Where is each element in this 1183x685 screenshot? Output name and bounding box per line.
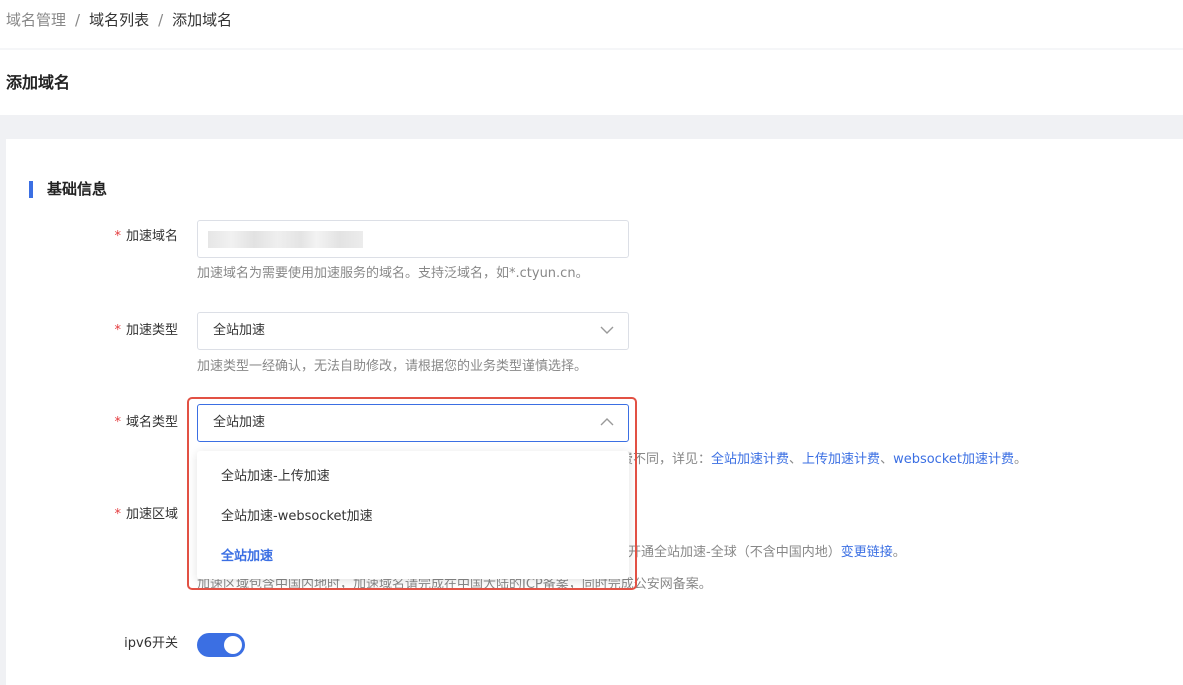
domain-input[interactable] (197, 220, 629, 258)
chevron-down-icon (600, 326, 614, 334)
domain-label: * 加速域名 (114, 229, 178, 244)
link-websocket-billing[interactable]: websocket加速计费 (893, 452, 1014, 467)
domain-hint: 加速域名为需要使用加速服务的域名。支持泛域名，如*.ctyun.cn。 (197, 266, 589, 281)
breadcrumb-separator: / (158, 11, 164, 29)
option-full-site-upload[interactable]: 全站加速-上传加速 (221, 467, 330, 487)
option-full-site-websocket[interactable]: 全站加速-websocket加速 (221, 507, 373, 527)
required-mark: * (114, 323, 121, 338)
link-change[interactable]: 变更链接 (841, 545, 893, 560)
breadcrumb-separator: / (75, 11, 81, 29)
option-full-site[interactable]: 全站加速 (221, 547, 273, 567)
domain-type-value: 全站加速 (213, 415, 266, 430)
ipv6-label: ipv6开关 (124, 636, 178, 651)
breadcrumb: 域名管理 / 域名列表 / 添加域名 (6, 9, 232, 31)
domain-type-label: * 域名类型 (114, 415, 178, 430)
domain-type-select[interactable]: 全站加速 (197, 404, 629, 442)
breadcrumb-domain-management[interactable]: 域名管理 (6, 9, 66, 31)
header-divider (0, 48, 1183, 50)
required-mark: * (114, 507, 121, 522)
accel-type-select[interactable]: 全站加速 (197, 312, 629, 350)
required-mark: * (114, 229, 121, 244)
redacted-domain-value (208, 231, 363, 248)
page-header: 域名管理 / 域名列表 / 添加域名 添加域名 (0, 0, 1183, 115)
link-full-site-billing[interactable]: 全站加速计费 (711, 452, 789, 467)
breadcrumb-domain-list[interactable]: 域名列表 (89, 9, 149, 31)
accel-type-hint: 加速类型一经确认，无法自助修改，请根据您的业务类型谨慎选择。 (197, 359, 588, 374)
region-label: * 加速区域 (114, 507, 178, 522)
ipv6-toggle[interactable] (197, 633, 245, 657)
chevron-up-icon (600, 418, 614, 426)
domain-type-dropdown: 全站加速-上传加速 全站加速-websocket加速 全站加速 (197, 451, 629, 579)
breadcrumb-add-domain: 添加域名 (172, 11, 233, 29)
page-title: 添加域名 (6, 73, 71, 92)
link-upload-billing[interactable]: 上传加速计费 (802, 452, 880, 467)
region-hint-1: 开通全站加速-全球（不含中国内地）变更链接。 (628, 545, 906, 560)
accel-type-label: * 加速类型 (114, 323, 178, 338)
section-accent-bar (29, 181, 33, 198)
toggle-knob (224, 636, 242, 654)
accel-type-value: 全站加速 (213, 323, 266, 338)
section-title: 基础信息 (47, 180, 108, 198)
required-mark: * (114, 415, 121, 430)
domain-type-hint: 费不同，详见：全站加速计费、上传加速计费、websocket加速计费。 (620, 452, 1028, 467)
